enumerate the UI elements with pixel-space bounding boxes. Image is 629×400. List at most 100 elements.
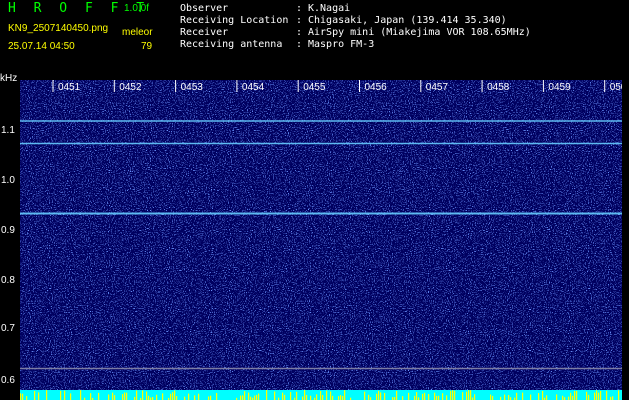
- x-tick-label: 0459: [548, 82, 571, 93]
- power-burst: [424, 392, 426, 400]
- location-colon: :: [296, 15, 303, 26]
- power-burst: [90, 393, 92, 400]
- x-tick-label: 0452: [119, 82, 142, 93]
- x-tick-label: 0453: [181, 82, 204, 93]
- x-tick-label: 0456: [365, 82, 388, 93]
- power-burst: [542, 390, 544, 400]
- noise-texture: [20, 80, 622, 400]
- power-burst: [108, 394, 110, 400]
- power-burst: [606, 390, 608, 400]
- power-burst: [302, 396, 304, 400]
- power-burst: [254, 395, 256, 400]
- power-burst: [576, 390, 578, 400]
- power-burst: [508, 394, 510, 400]
- power-burst: [256, 394, 258, 400]
- power-burst: [20, 393, 22, 400]
- power-burst: [546, 395, 548, 400]
- power-burst: [98, 392, 100, 400]
- power-burst: [428, 394, 430, 400]
- power-burst: [26, 395, 28, 400]
- power-burst: [468, 390, 470, 400]
- x-tick-label: 0500: [610, 82, 622, 93]
- y-axis: 1.1 1.0 0.9 0.8 0.7 0.6: [0, 78, 20, 400]
- antenna-value: Maspro FM-3: [308, 39, 375, 50]
- y-tick-label: 0.7: [1, 323, 15, 334]
- antenna-colon: :: [296, 39, 303, 50]
- power-burst: [598, 392, 600, 400]
- x-tick-label: 0451: [58, 82, 81, 93]
- power-burst: [380, 392, 382, 400]
- power-burst: [126, 392, 128, 400]
- power-burst: [442, 393, 444, 400]
- header: H R O F F T 1.0.0f KN9_2507140450.png me…: [0, 0, 629, 78]
- power-burst: [114, 395, 116, 400]
- power-burst: [570, 392, 572, 400]
- power-burst: [60, 390, 62, 400]
- power-burst: [492, 395, 494, 400]
- antenna-key: Receiving antenna: [180, 39, 283, 50]
- power-burst: [568, 396, 570, 400]
- power-burst: [188, 393, 190, 400]
- power-burst: [216, 393, 218, 400]
- power-burst: [454, 390, 456, 400]
- spectrogram-plot[interactable]: 0451 0452 0453 0454 0455 0456 0457 0458 0459 0500: [20, 80, 622, 400]
- receiver-key: Receiver: [180, 27, 229, 38]
- power-burst: [416, 392, 418, 400]
- power-burst: [162, 393, 164, 400]
- power-burst: [438, 395, 440, 400]
- power-burst: [586, 391, 588, 400]
- x-tick-label: 0454: [242, 82, 265, 93]
- power-burst: [588, 394, 590, 400]
- power-burst: [338, 396, 340, 400]
- power-burst: [378, 390, 380, 400]
- power-burst: [210, 395, 212, 400]
- x-tick-label: 0458: [487, 82, 510, 93]
- power-burst: [452, 390, 454, 400]
- power-burst: [490, 394, 492, 400]
- power-burst: [198, 393, 200, 400]
- power-burst: [402, 396, 404, 400]
- power-burst: [290, 391, 292, 400]
- power-burst: [408, 392, 410, 400]
- power-burst: [364, 391, 366, 400]
- power-burst: [240, 395, 242, 400]
- power-burst: [368, 394, 370, 400]
- power-burst: [184, 396, 186, 400]
- power-burst: [470, 390, 472, 400]
- power-burst: [596, 390, 598, 400]
- power-burst: [46, 390, 48, 400]
- power-burst: [530, 394, 532, 400]
- spectrogram-canvas: 0451 0452 0453 0454 0455 0456 0457 0458 0459 0500: [20, 80, 622, 400]
- power-burst: [446, 395, 448, 400]
- power-burst: [376, 393, 378, 400]
- power-burst: [396, 390, 398, 400]
- power-burst: [450, 390, 452, 400]
- power-burst: [148, 395, 150, 400]
- power-burst: [316, 394, 318, 400]
- y-tick-label: 0.9: [1, 225, 15, 236]
- receiver-colon: :: [296, 27, 303, 38]
- power-burst: [242, 395, 244, 400]
- location-key: Receiving Location: [180, 15, 289, 26]
- power-burst: [156, 394, 158, 400]
- power-burst: [208, 396, 210, 400]
- power-burst: [466, 391, 468, 400]
- power-burst: [322, 395, 324, 400]
- power-burst: [310, 395, 312, 400]
- power-burst: [174, 390, 176, 400]
- datetime-label: 25.07.14 04:50: [8, 41, 75, 52]
- power-burst: [340, 395, 342, 400]
- y-tick-label: 0.6: [1, 375, 15, 386]
- location-value: Chigasaki, Japan (139.414 35.340): [308, 15, 507, 26]
- power-burst: [504, 394, 506, 400]
- version-label: 1.0.0f: [124, 3, 150, 14]
- power-burst: [266, 390, 268, 400]
- power-burst: [600, 390, 602, 400]
- power-burst: [136, 390, 138, 400]
- power-burst: [594, 392, 596, 400]
- power-burst: [562, 395, 564, 400]
- count-label: 79: [141, 41, 153, 52]
- x-tick-label: 0457: [426, 82, 449, 93]
- power-burst: [282, 392, 284, 400]
- power-burst: [122, 394, 124, 400]
